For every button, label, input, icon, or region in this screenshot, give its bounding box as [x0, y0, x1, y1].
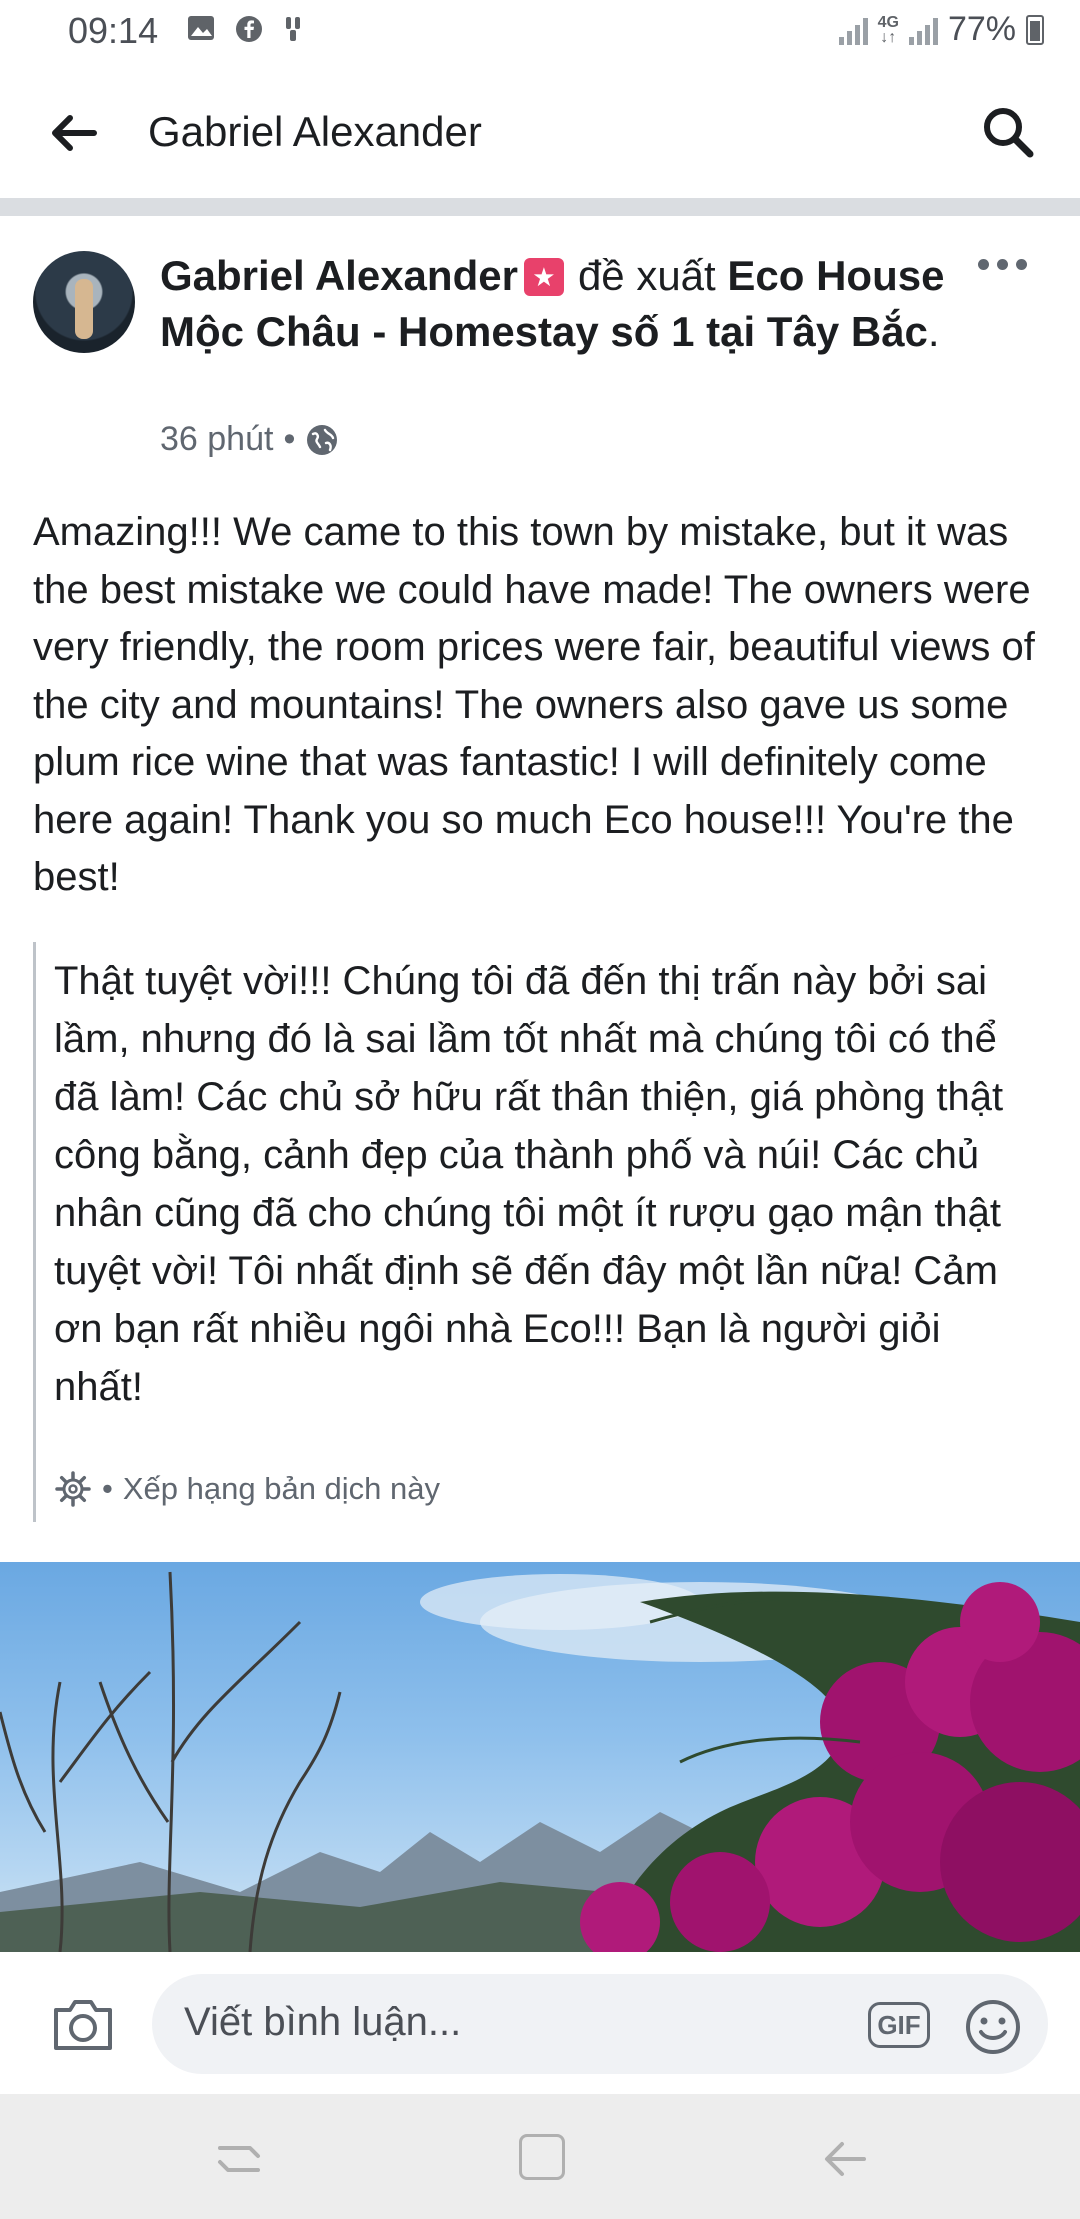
status-bar: 09:14 4G ↓↑ 77% — [0, 0, 1080, 64]
battery-icon — [1026, 14, 1044, 45]
post-meta: 36 phút • — [160, 420, 339, 459]
rate-translation-link[interactable]: Xếp hạng bản dịch này — [123, 1471, 440, 1507]
avatar[interactable] — [33, 251, 135, 353]
post-verb: đề xuất — [577, 252, 716, 299]
gif-button[interactable]: GIF — [868, 2002, 930, 2048]
gallery-icon — [188, 16, 214, 40]
status-time: 09:14 — [68, 10, 159, 51]
system-nav-bar — [0, 2094, 1080, 2219]
signal-icon-2 — [908, 15, 938, 45]
comment-placeholder: Viết bình luận... — [184, 2000, 462, 2044]
network-type: 4G ↓↑ — [877, 13, 899, 46]
notification-icons — [186, 14, 304, 44]
recent-apps-icon[interactable] — [214, 2134, 264, 2184]
translation-block: Thật tuyệt vời!!! Chúng tôi đã đến thị t… — [33, 942, 1033, 1522]
meta-separator: • — [283, 420, 296, 458]
post-text: Amazing!!! We came to this town by mista… — [33, 510, 1035, 899]
divider — [0, 198, 1080, 216]
post-time[interactable]: 36 phút — [160, 420, 273, 459]
status-right: 4G ↓↑ 77% — [838, 10, 1044, 49]
author-name[interactable]: Gabriel Alexander — [160, 252, 518, 299]
recommendation-badge-icon — [523, 258, 564, 296]
facebook-icon — [236, 16, 262, 42]
back-arrow-icon[interactable] — [46, 106, 100, 160]
meta-separator-2: • — [102, 1471, 113, 1506]
landscape-image — [0, 1571, 1080, 1952]
rate-translation-row[interactable]: • Xếp hạng bản dịch này — [54, 1470, 440, 1508]
search-icon[interactable] — [978, 102, 1038, 162]
comment-input[interactable]: Viết bình luận... GIF — [152, 1974, 1048, 2074]
page-suffix: . — [927, 308, 940, 355]
home-icon[interactable] — [519, 2134, 565, 2180]
app-bar: Gabriel Alexander — [0, 64, 1080, 198]
battery-percent: 77% — [947, 10, 1016, 48]
camera-icon[interactable] — [50, 1996, 116, 2054]
comment-bar: Viết bình luận... GIF — [0, 1952, 1080, 2094]
post-header: Gabriel Alexanderđề xuất Eco House Mộc C… — [160, 248, 960, 360]
page-title: Gabriel Alexander — [148, 108, 482, 155]
gear-icon — [55, 1471, 91, 1507]
signal-icon — [838, 15, 868, 45]
globe-icon — [307, 424, 338, 455]
nav-back-icon[interactable] — [820, 2134, 870, 2184]
vpn-key-icon — [286, 17, 300, 41]
translated-text: Thật tuyệt vời!!! Chúng tôi đã đến thị t… — [54, 959, 1004, 1409]
emoji-icon[interactable] — [964, 1998, 1022, 2056]
more-options-icon[interactable] — [978, 254, 1036, 274]
post-photo[interactable] — [0, 1562, 1080, 1952]
